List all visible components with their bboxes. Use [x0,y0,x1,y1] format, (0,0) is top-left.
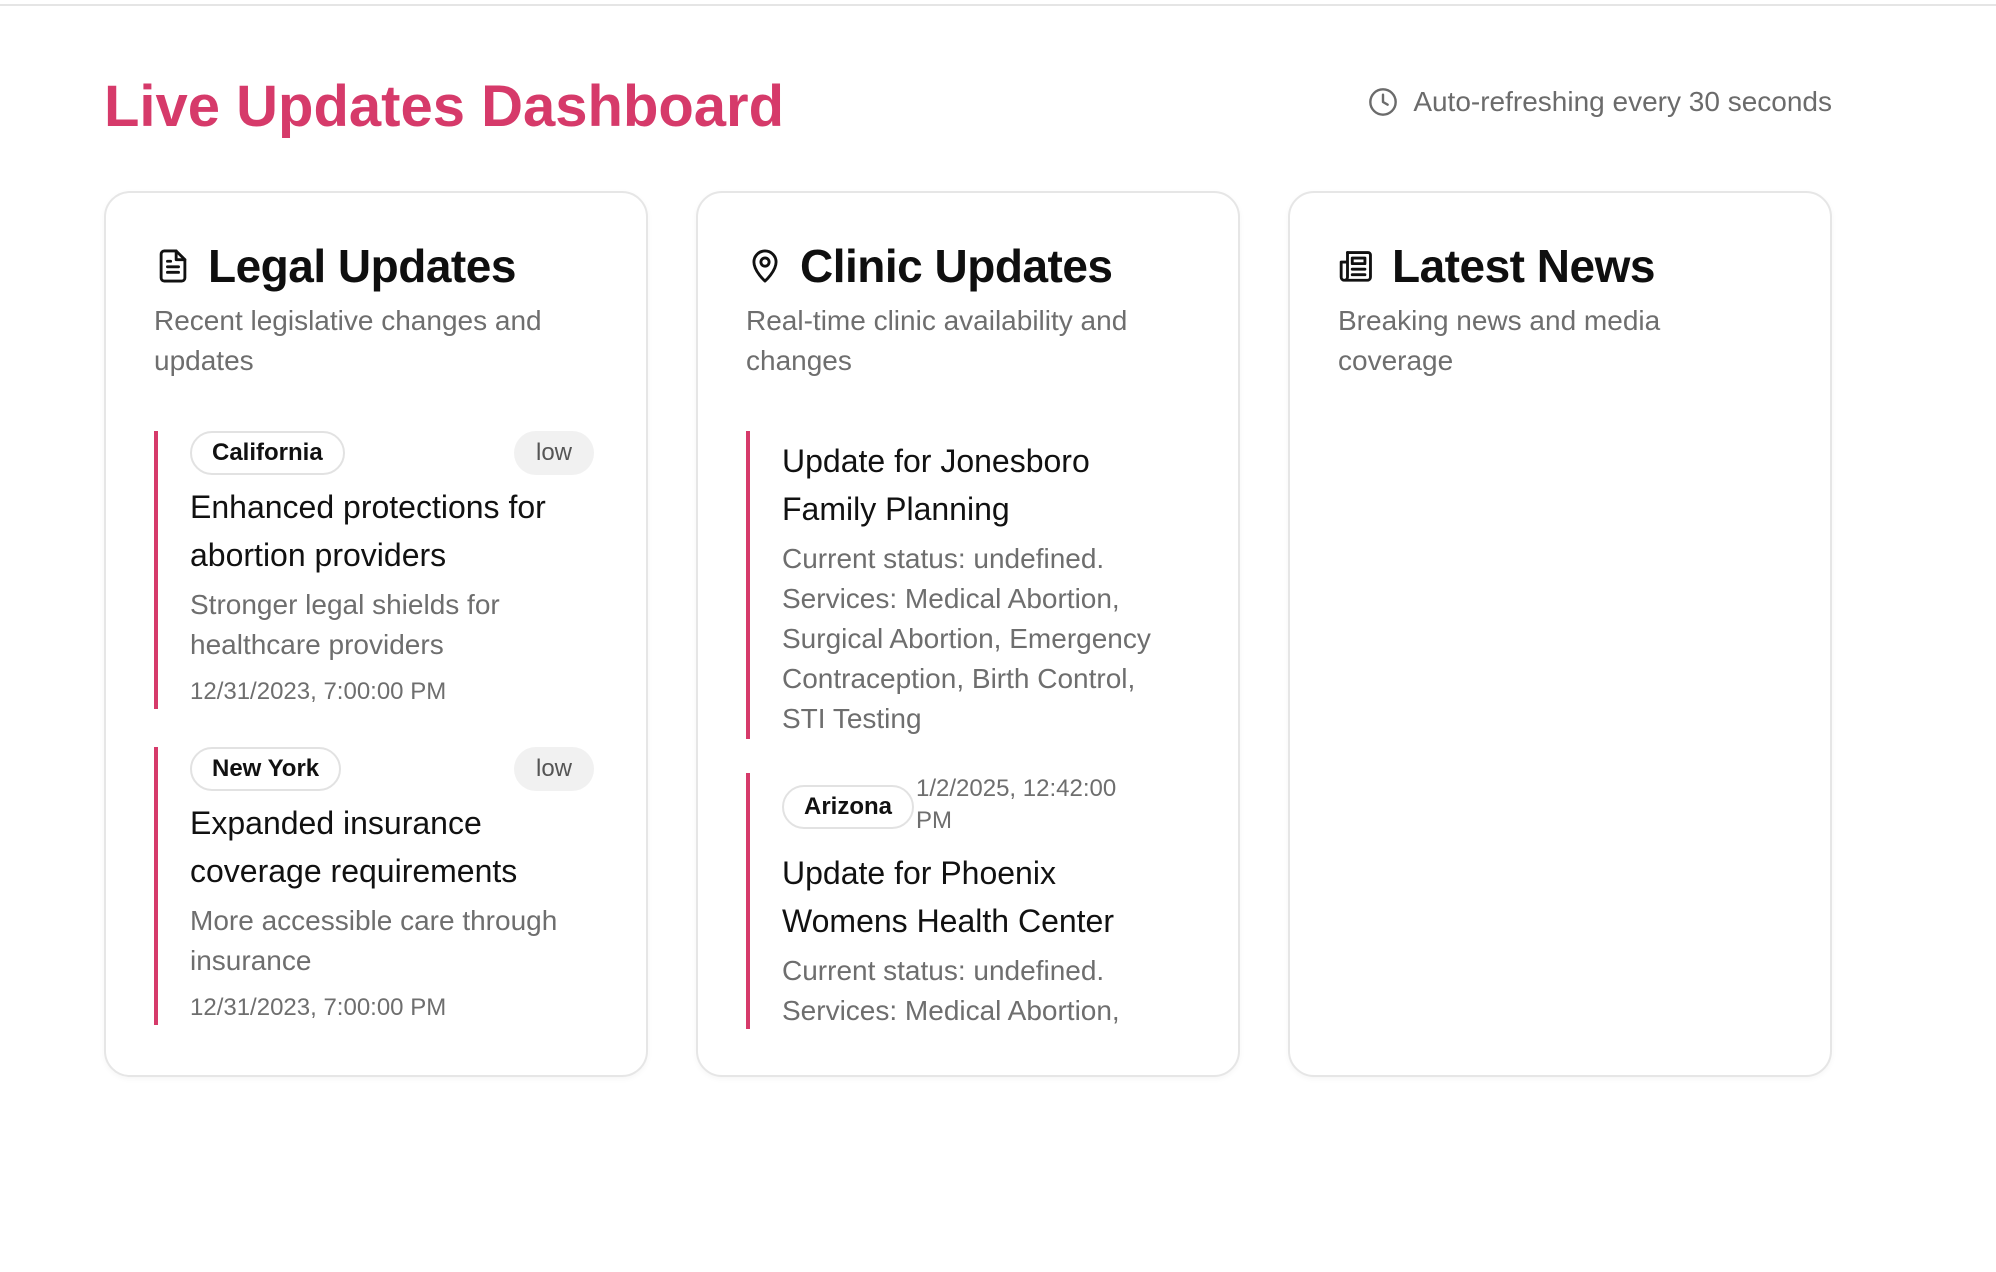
state-tag: California [190,431,345,475]
newspaper-icon [1339,251,1372,282]
card-description: Breaking news and media coverage [1338,305,1661,376]
item-date: 12/31/2023, 7:00:00 PM [190,678,447,705]
item-title: Enhanced protections for abortion provid… [190,489,546,573]
card-header: Latest News [1338,239,1655,293]
legal-update-item[interactable]: California low Enhanced protections for … [154,431,594,709]
clinic-update-item[interactable]: Update for Jonesboro Family Planning Cur… [746,431,1186,739]
item-description: Stronger legal shields for healthcare pr… [190,589,500,660]
item-title: Update for Phoenix Womens Health Center [782,855,1114,939]
card-header: Legal Updates [154,239,516,293]
card-title: Latest News [1392,240,1655,292]
item-description: Current status: undefined. Services: Med… [782,543,1151,734]
item-date: 1/2/2025, 12:42:00 PM [916,775,1117,834]
card-title: Legal Updates [208,240,516,292]
item-title: Update for Jonesboro Family Planning [782,443,1090,527]
item-date: 12/31/2023, 7:00:00 PM [190,994,447,1021]
severity-badge: low [513,747,594,791]
map-pin-icon [752,249,778,283]
state-tag: New York [190,747,342,791]
card-description: Recent legislative changes and updates [154,305,542,376]
clinic-update-item[interactable]: Arizona 1/2/2025, 12:42:00 PM Update for… [746,773,1186,1029]
item-title: Expanded insurance coverage requirements [190,805,518,889]
legal-updates-card: Legal Updates Recent legislative changes… [104,191,648,1077]
legal-update-item[interactable]: New York low Expanded insurance coverage… [154,747,594,1025]
card-title: Clinic Updates [800,240,1113,292]
severity-badge: low [513,431,594,475]
page-header: Live Updates Dashboard Auto-refreshing e… [104,72,1832,142]
state-tag: Arizona [782,785,915,829]
clinic-updates-card: Clinic Updates Real-time clinic availabi… [696,191,1240,1077]
item-description: Current status: undefined. Services: Med… [782,955,1120,1026]
refresh-text: Auto-refreshing every 30 seconds [1413,86,1832,117]
page-title: Live Updates Dashboard [104,74,785,139]
latest-news-card: Latest News Breaking news and media cove… [1288,191,1832,1077]
card-header: Clinic Updates [746,239,1113,293]
card-description: Real-time clinic availability and change… [746,305,1128,376]
refresh-status: Auto-refreshing every 30 seconds [1367,86,1832,118]
document-icon [159,249,187,283]
clock-icon [1369,88,1398,116]
top-divider [0,0,1996,6]
item-description: More accessible care through insurance [190,905,558,976]
